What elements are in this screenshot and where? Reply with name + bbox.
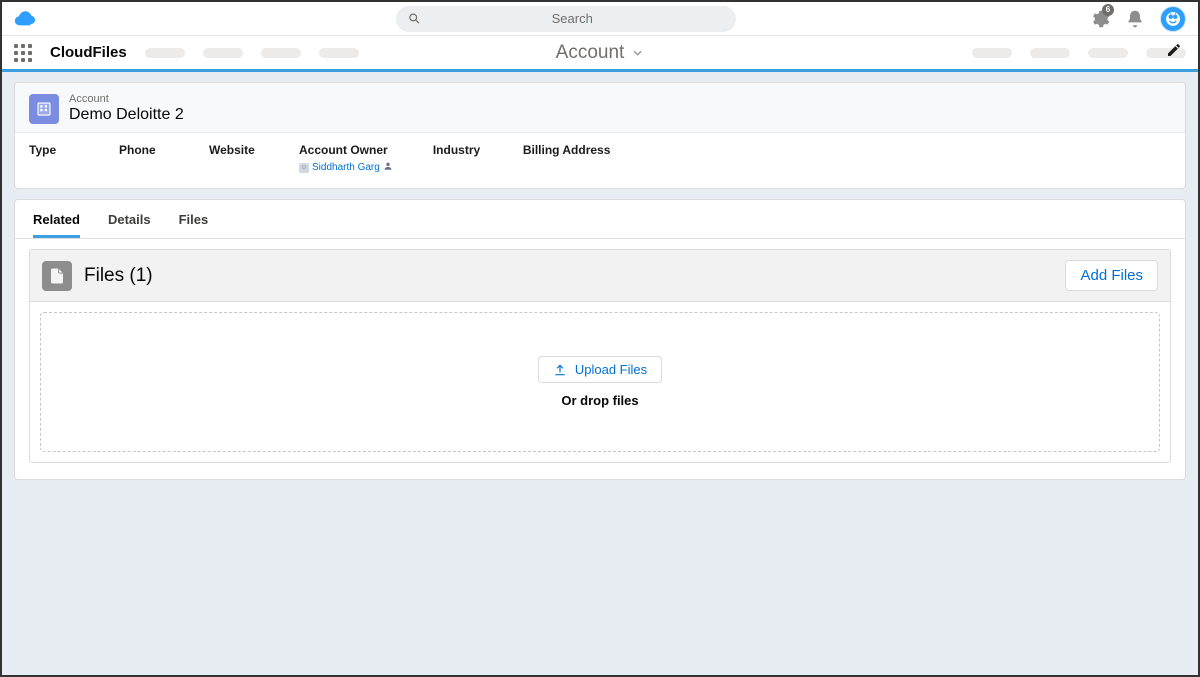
files-section-title: Files (1) bbox=[84, 265, 153, 287]
record-tabs: Related Details Files bbox=[15, 200, 1185, 239]
cloud-logo bbox=[14, 8, 36, 30]
notifications-bell-icon[interactable] bbox=[1124, 8, 1146, 30]
field-industry: Industry bbox=[433, 143, 483, 174]
owner-badge-icon: ☺ bbox=[299, 163, 309, 173]
chevron-down-icon bbox=[630, 46, 644, 60]
field-type: Type bbox=[29, 143, 79, 174]
upload-icon bbox=[553, 363, 567, 377]
drop-files-text: Or drop files bbox=[561, 393, 638, 408]
entity-object-label: Account bbox=[69, 93, 184, 106]
change-owner-icon[interactable] bbox=[383, 161, 393, 174]
search-input[interactable] bbox=[420, 11, 724, 26]
field-phone: Phone bbox=[119, 143, 169, 174]
setup-gear-icon[interactable]: 6 bbox=[1088, 8, 1110, 30]
nav-item-placeholder bbox=[145, 48, 185, 58]
app-launcher-icon[interactable] bbox=[14, 44, 32, 62]
field-billing-address: Billing Address bbox=[523, 143, 611, 174]
nav-item-placeholder bbox=[203, 48, 243, 58]
global-search[interactable] bbox=[396, 6, 736, 32]
gear-badge: 6 bbox=[1102, 4, 1114, 16]
record-name: Demo Deloitte 2 bbox=[69, 106, 184, 124]
object-nav-bar: CloudFiles Account bbox=[2, 36, 1198, 72]
app-name: CloudFiles bbox=[50, 44, 127, 61]
owner-link[interactable]: Siddharth Garg bbox=[312, 162, 380, 173]
global-header: 6 bbox=[2, 2, 1198, 36]
files-dropzone[interactable]: Upload Files Or drop files bbox=[40, 312, 1160, 452]
files-related-list: Files (1) Add Files Upload Files Or drop… bbox=[29, 249, 1171, 463]
upload-files-label: Upload Files bbox=[575, 362, 647, 377]
nav-item-placeholder bbox=[261, 48, 301, 58]
tab-details[interactable]: Details bbox=[108, 206, 151, 238]
page-body: Account Demo Deloitte 2 Type Phone Websi… bbox=[2, 72, 1198, 675]
add-files-button[interactable]: Add Files bbox=[1065, 260, 1158, 291]
tab-related[interactable]: Related bbox=[33, 206, 80, 238]
record-header: Account Demo Deloitte 2 Type Phone Websi… bbox=[14, 82, 1186, 189]
nav-item-placeholder bbox=[319, 48, 359, 58]
nav-active-label: Account bbox=[556, 42, 625, 64]
edit-pencil-icon[interactable] bbox=[1166, 42, 1182, 63]
account-entity-icon bbox=[29, 94, 59, 124]
field-account-owner: Account Owner ☺ Siddharth Garg bbox=[299, 143, 393, 174]
search-icon bbox=[408, 12, 420, 25]
upload-files-button[interactable]: Upload Files bbox=[538, 356, 662, 383]
user-avatar[interactable] bbox=[1160, 6, 1186, 32]
nav-item-placeholder bbox=[972, 48, 1012, 58]
field-website: Website bbox=[209, 143, 259, 174]
tab-files[interactable]: Files bbox=[179, 206, 209, 238]
nav-item-placeholder bbox=[1088, 48, 1128, 58]
nav-item-placeholder bbox=[1030, 48, 1070, 58]
files-icon bbox=[42, 261, 72, 291]
nav-active-object[interactable]: Account bbox=[556, 42, 645, 64]
related-card: Related Details Files Files (1) Add File… bbox=[14, 199, 1186, 480]
